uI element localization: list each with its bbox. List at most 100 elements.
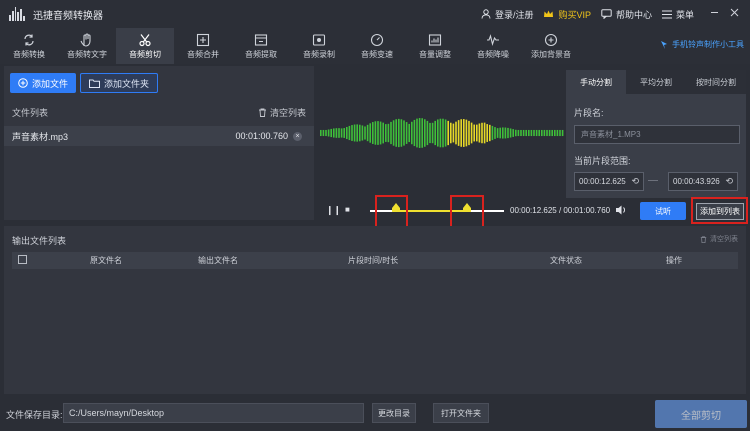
segment-name-input[interactable]: 声音素材_1.MP3	[574, 125, 740, 144]
tool-denoise[interactable]: 音频降噪	[464, 28, 522, 64]
file-list-item[interactable]: 声音素材.mp3 00:01:00.760 ×	[4, 126, 314, 146]
waveform-bar	[330, 128, 332, 138]
change-dir-button[interactable]: 更改目录	[372, 403, 416, 423]
waveform-bar	[421, 118, 423, 148]
tool-label: 音频转文字	[67, 49, 107, 59]
function-toolbar: 音频转换 音频转文字 音频剪切 音频合并 音频提取 音频录制 音频变速 音量调整…	[0, 28, 750, 64]
extract-icon	[254, 33, 268, 46]
waveform-bar	[353, 124, 356, 142]
speaker-icon[interactable]	[615, 204, 627, 216]
crown-icon	[544, 10, 554, 17]
waveform-bar	[515, 129, 517, 137]
end-time-value: 00:00:43.926	[673, 177, 720, 186]
waveform-bar	[525, 129, 527, 137]
reset-start-icon[interactable]: ⟲	[631, 176, 639, 187]
start-time-field[interactable]: 00:00:12.625 ⟲	[574, 172, 644, 191]
waveform-bar	[509, 128, 512, 138]
tool-audio-extract[interactable]: 音频提取	[232, 28, 290, 64]
speed-icon	[370, 33, 384, 46]
waveform-bar	[507, 127, 509, 139]
waveform-bar	[351, 125, 353, 141]
tool-audio-to-text[interactable]: 音频转文字	[58, 28, 116, 64]
waveform-bar	[437, 119, 439, 147]
select-all-checkbox[interactable]	[18, 255, 27, 264]
waveform-bar	[470, 122, 473, 144]
waveform-bar	[418, 118, 421, 148]
waveform-bar	[395, 119, 397, 147]
file-list-header: 文件列表 清空列表	[4, 104, 314, 120]
clear-list-button[interactable]: 清空列表	[258, 106, 306, 119]
tool-label: 音频合并	[187, 49, 219, 59]
waveform-bar	[491, 125, 494, 141]
add-folder-button[interactable]: 添加文件夹	[80, 73, 159, 93]
waveform-bar	[450, 122, 452, 144]
waveform-bar	[364, 126, 366, 140]
tool-audio-cut[interactable]: 音频剪切	[116, 28, 174, 64]
save-dir-field[interactable]: C:/Users/mayn/Desktop	[63, 403, 364, 423]
waveform-bar	[382, 122, 384, 144]
tool-volume-adjust[interactable]: 音量调整	[406, 28, 464, 64]
minimize-button[interactable]	[704, 8, 724, 20]
waveform-bar	[333, 128, 335, 138]
tool-audio-record[interactable]: 音频录制	[290, 28, 348, 64]
end-time-field[interactable]: 00:00:43.926 ⟲	[668, 172, 738, 191]
waveform-bar	[499, 127, 501, 139]
tool-audio-speed[interactable]: 音频变速	[348, 28, 406, 64]
ringtone-label: 手机铃声制作小工具	[672, 40, 744, 49]
tool-audio-merge[interactable]: 音频合并	[174, 28, 232, 64]
waveform-bar	[327, 129, 330, 137]
menu-button[interactable]: 菜单	[661, 8, 694, 21]
waveform-bar	[463, 119, 465, 147]
output-panel: 输出文件列表 清空列表 原文件名 输出文件名 片段时间/时长 文件状态 操作	[4, 226, 746, 394]
file-name: 声音素材.mp3	[12, 131, 69, 142]
tool-audio-convert[interactable]: 音频转换	[0, 28, 58, 64]
ringtone-icon	[661, 40, 667, 49]
waveform-bar	[374, 121, 377, 145]
close-icon	[730, 8, 738, 17]
buy-vip-button[interactable]: 购买VIP	[543, 8, 591, 21]
waveform-bar	[398, 118, 400, 148]
waveform-bar	[489, 124, 491, 142]
preview-button[interactable]: 试听	[640, 202, 686, 220]
remove-file-icon[interactable]: ×	[293, 131, 302, 141]
tool-label: 音频降噪	[477, 49, 509, 59]
pause-icon[interactable]: ❙❙	[326, 205, 341, 216]
tab-average-split[interactable]: 平均分割	[626, 70, 686, 94]
menu-icon	[661, 10, 672, 18]
tool-add-background-music[interactable]: 添加背景音	[522, 28, 580, 64]
waveform-bar	[335, 128, 338, 138]
cut-all-button[interactable]: 全部剪切	[655, 400, 747, 428]
login-button[interactable]: 登录/注册	[481, 8, 533, 21]
help-center-button[interactable]: 帮助中心	[601, 8, 652, 21]
open-folder-button[interactable]: 打开文件夹	[433, 403, 489, 423]
waveform-bar	[502, 127, 504, 139]
waveform-bar	[325, 129, 327, 137]
stop-icon[interactable]: ■	[345, 205, 350, 214]
waveform-bar	[434, 120, 436, 146]
output-clear-label: 清空列表	[710, 236, 738, 243]
range-separator	[648, 180, 658, 181]
waveform-bar	[403, 120, 405, 146]
waveform-bar	[554, 129, 556, 137]
convert-icon	[24, 34, 34, 45]
total-time: 00:01:00.760	[563, 206, 611, 215]
close-button[interactable]	[724, 8, 744, 20]
tool-label: 音频提取	[245, 49, 277, 59]
title-bar: 迅捷音频转换器 登录/注册 购买VIP 帮助中心 菜单	[0, 0, 750, 28]
waveform-bar	[392, 120, 395, 146]
output-clear-button[interactable]: 清空列表	[700, 234, 738, 244]
waveform-bar	[377, 121, 379, 145]
tool-label: 添加背景音	[531, 49, 571, 59]
tab-manual-split[interactable]: 手动分割	[566, 70, 626, 94]
chat-icon	[601, 9, 612, 19]
waveform-bar	[473, 124, 475, 142]
ringtone-tool-link[interactable]: 手机铃声制作小工具	[659, 39, 744, 50]
waveform-bar	[556, 129, 559, 137]
tab-time-split[interactable]: 按时间分割	[686, 70, 746, 94]
waveform-bar	[452, 123, 455, 143]
reset-end-icon[interactable]: ⟲	[725, 176, 733, 187]
vip-label: 购买VIP	[558, 9, 591, 20]
waveform-bar	[517, 129, 520, 137]
waveform-bar	[390, 121, 392, 145]
add-file-button[interactable]: 添加文件	[10, 73, 77, 93]
